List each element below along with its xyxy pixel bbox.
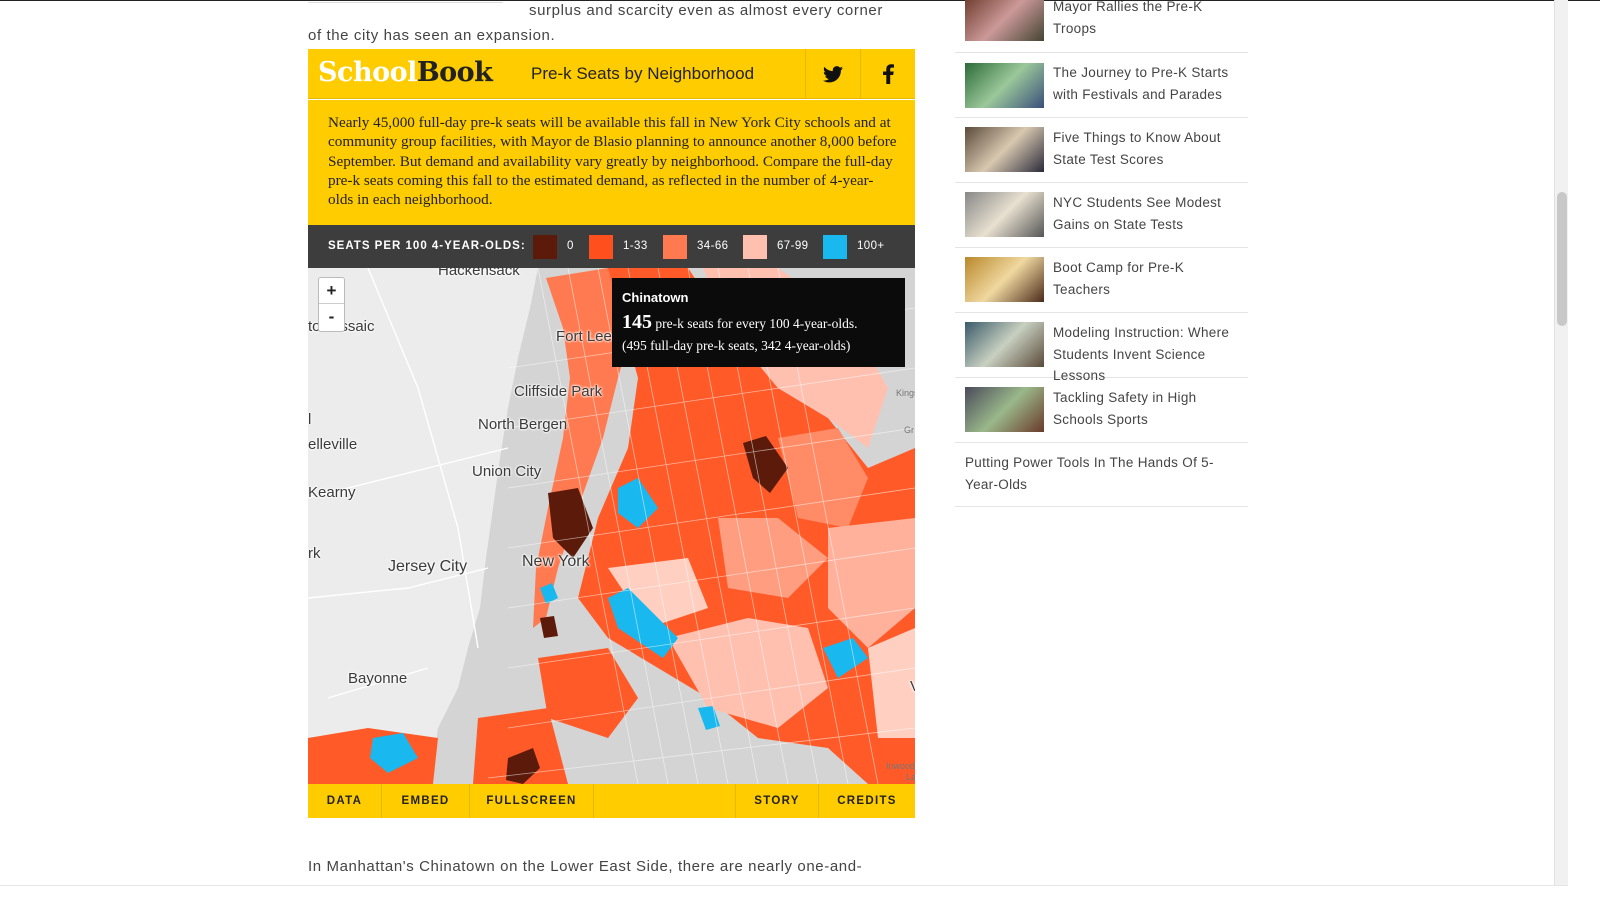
sidebar-story[interactable]: The Journey to Pre-K Starts with Festiva… — [955, 53, 1248, 118]
sidebar-story[interactable]: Mayor Rallies the Pre-K Troops — [955, 0, 1248, 53]
intro-text: Nearly 45,000 full-day pre-k seats will … — [308, 100, 915, 225]
widget-title: Pre-k Seats by Neighborhood — [531, 64, 755, 83]
schoolbook-logo[interactable]: SchoolBook — [318, 57, 493, 88]
fullscreen-button[interactable]: FULLSCREEN — [470, 784, 594, 818]
tooltip-rate: 145 pre-k seats for every 100 4-year-old… — [622, 311, 895, 334]
story-title[interactable]: Boot Camp for Pre-K Teachers — [1053, 257, 1243, 300]
map-label: Inwood — [886, 761, 915, 771]
map-tooltip: Chinatown 145 pre-k seats for every 100 … — [612, 278, 905, 367]
tooltip-number: 145 — [622, 311, 652, 333]
map-label: l — [308, 411, 312, 428]
map-label: rk — [308, 545, 321, 562]
sidebar-story[interactable]: NYC Students See Modest Gains on State T… — [955, 183, 1248, 248]
tooltip-neighborhood: Chinatown — [622, 290, 689, 305]
legend-label: 100+ — [857, 240, 885, 252]
credits-button[interactable]: CREDITS — [819, 784, 915, 818]
story-thumbnail[interactable] — [965, 322, 1044, 367]
twitter-icon — [823, 65, 843, 82]
story-thumbnail[interactable] — [965, 127, 1044, 172]
map-label: Cliffside Park — [514, 383, 603, 400]
zoom-control: + - — [318, 277, 345, 332]
story-button[interactable]: STORY — [735, 784, 819, 818]
zoom-in-button[interactable]: + — [319, 278, 344, 304]
story-thumbnail[interactable] — [965, 387, 1044, 432]
map-label: Fort Lee — [556, 328, 612, 345]
story-title[interactable]: Putting Power Tools In The Hands Of 5-Ye… — [965, 452, 1235, 495]
story-thumbnail[interactable] — [965, 192, 1044, 237]
tooltip-rate-text: pre-k seats for every 100 4-year-olds. — [655, 316, 858, 331]
map-label: New York — [522, 553, 590, 570]
map-label: La — [906, 772, 915, 782]
story-title[interactable]: Tackling Safety in High Schools Sports — [1053, 387, 1243, 430]
sidebar-story[interactable]: Boot Camp for Pre-K Teachers — [955, 248, 1248, 313]
article-line: In Manhattan's Chinatown on the Lower Ea… — [308, 858, 863, 875]
legend-label: 0 — [567, 240, 574, 252]
map-label: Hackensack — [438, 268, 520, 279]
facebook-share-button[interactable] — [860, 49, 915, 99]
prek-map-widget: SchoolBook Pre-k Seats by Neighborhood N… — [308, 49, 915, 818]
map-label: Gr — [904, 425, 914, 435]
story-thumbnail[interactable] — [965, 257, 1044, 302]
story-title[interactable]: NYC Students See Modest Gains on State T… — [1053, 192, 1243, 235]
story-title[interactable]: Modeling Instruction: Where Students Inv… — [1053, 322, 1243, 387]
article-line: of the city has seen an expansion. — [308, 27, 556, 44]
map-legend: SEATS PER 100 4-YEAR-OLDS: 0 1-33 34-66 … — [308, 225, 915, 268]
legend-swatch — [743, 235, 767, 259]
legend-swatch — [663, 235, 687, 259]
sidebar-story[interactable]: Putting Power Tools In The Hands Of 5-Ye… — [955, 443, 1248, 507]
widget-header: SchoolBook Pre-k Seats by Neighborhood — [308, 49, 915, 99]
sidebar-story[interactable]: Five Things to Know About State Test Sco… — [955, 118, 1248, 183]
map-label: Union City — [472, 463, 542, 480]
legend-label: 67-99 — [777, 240, 809, 252]
twitter-share-button[interactable] — [805, 49, 860, 99]
story-title[interactable]: Five Things to Know About State Test Sco… — [1053, 127, 1243, 170]
legend-label: 34-66 — [697, 240, 729, 252]
map-label: elleville — [308, 436, 358, 453]
zoom-out-button[interactable]: - — [319, 304, 344, 330]
map-label: Bayonne — [348, 670, 408, 687]
story-title[interactable]: Mayor Rallies the Pre-K Troops — [1053, 0, 1243, 39]
map-label: Kings — [896, 388, 915, 398]
sidebar-story[interactable]: Modeling Instruction: Where Students Inv… — [955, 313, 1248, 383]
story-title[interactable]: The Journey to Pre-K Starts with Festiva… — [1053, 62, 1243, 105]
choropleth-map[interactable]: Hackensack to assaic Fort Lee Cliffside … — [308, 268, 915, 784]
vertical-scrollbar[interactable] — [1554, 0, 1568, 885]
tooltip-detail: (495 full-day pre-k seats, 342 4-year-ol… — [622, 338, 851, 353]
map-label: Kearny — [308, 484, 356, 501]
divider — [308, 2, 503, 3]
sidebar-story[interactable]: Tackling Safety in High Schools Sports — [955, 378, 1248, 443]
embed-button[interactable]: EMBED — [382, 784, 470, 818]
legend-swatch — [533, 235, 557, 259]
data-button[interactable]: DATA — [308, 784, 382, 818]
facebook-icon — [882, 64, 894, 84]
scrollbar-thumb[interactable] — [1557, 192, 1567, 326]
article-line: surplus and scarcity even as almost ever… — [529, 2, 883, 19]
legend-title: SEATS PER 100 4-YEAR-OLDS: — [328, 240, 526, 252]
widget-footer: DATA EMBED FULLSCREEN STORY CREDITS — [308, 784, 915, 818]
legend-swatch — [823, 235, 847, 259]
map-label: Jersey City — [388, 558, 468, 575]
horizontal-scrollbar[interactable] — [0, 885, 1568, 900]
map-label: North Bergen — [478, 416, 568, 433]
legend-label: 1-33 — [623, 240, 648, 252]
legend-swatch — [589, 235, 613, 259]
story-thumbnail[interactable] — [965, 63, 1044, 108]
map-label: V — [910, 678, 915, 695]
story-thumbnail[interactable] — [965, 0, 1044, 41]
